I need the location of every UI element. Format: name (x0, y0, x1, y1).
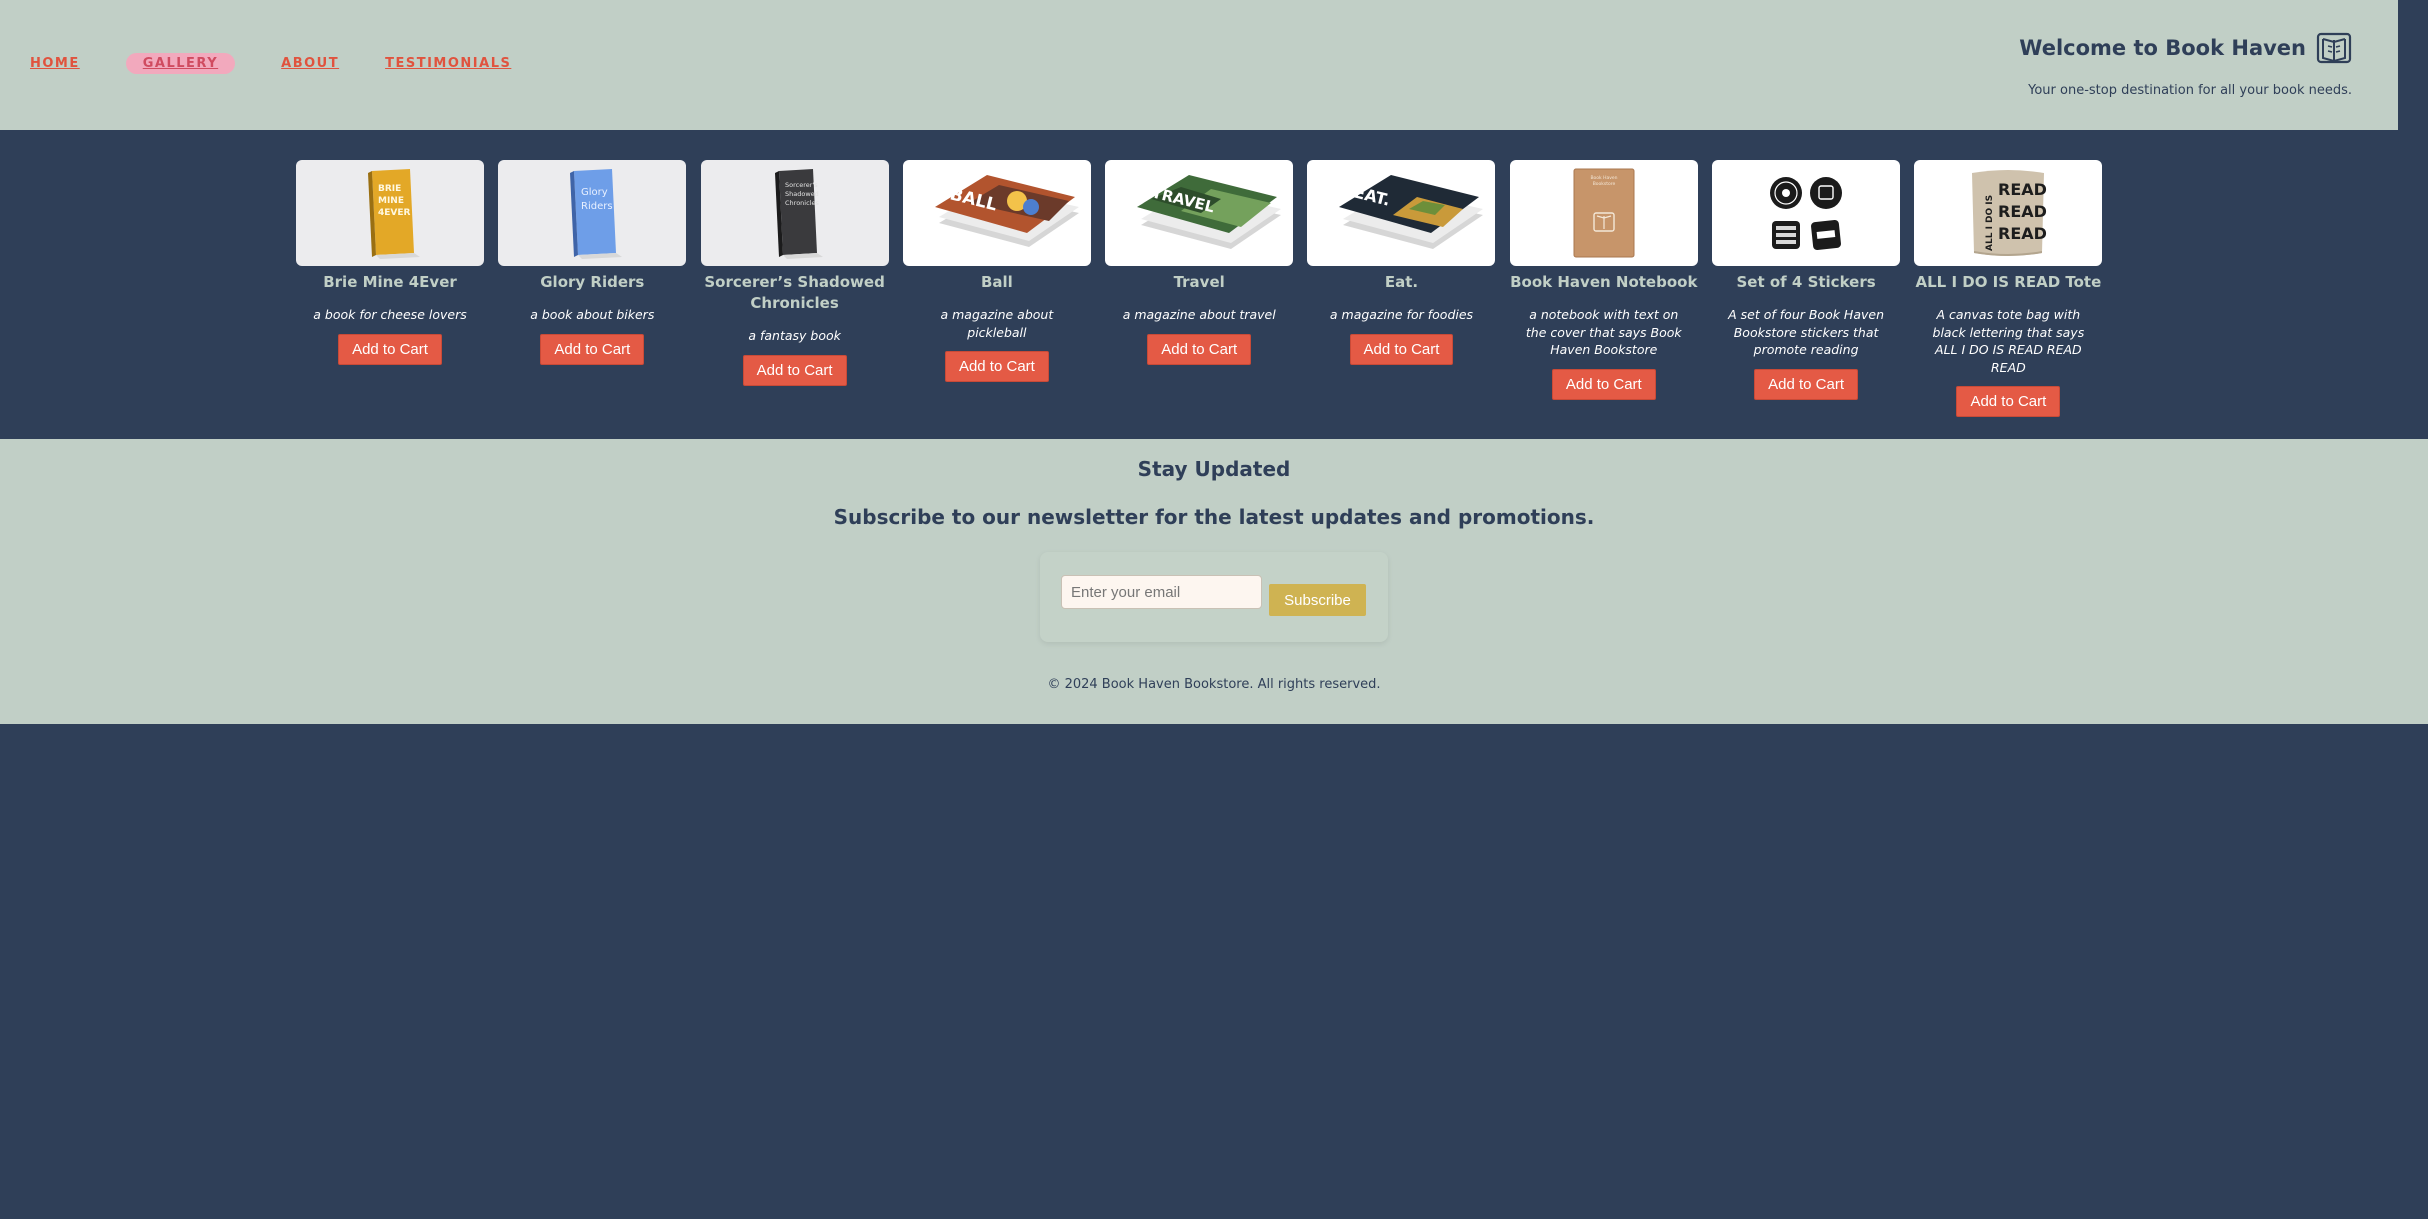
product-title: Sorcerer’s Shadowed Chronicles (704, 273, 885, 312)
product-gallery: BRIE MINE 4EVER Brie Mine 4Ever a book f… (296, 160, 2117, 417)
product-card: READ READ READ ALL I DO IS ALL I DO IS R… (1914, 160, 2103, 417)
add-to-cart-button[interactable]: Add to Cart (540, 333, 645, 365)
blue-book-cover: Glory Riders (570, 169, 623, 259)
add-to-cart-button[interactable]: Add to Cart (338, 333, 442, 365)
travel-magazine-stack: TRAVEL (1137, 175, 1282, 249)
add-to-cart-button[interactable]: Add to Cart (1551, 368, 1656, 400)
product-description: a magazine about travel (1122, 307, 1276, 322)
site-header: HOME GALLERY ABOUT TESTIMONIALS Welcome … (0, 0, 2398, 130)
product-image[interactable]: Sorcerer's Shadowed Chronicles (700, 160, 889, 266)
product-card: TRAVEL Travel a magazine about travel Ad… (1105, 160, 1294, 417)
product-description: A set of four Book Haven Bookstore stick… (1728, 307, 1884, 357)
product-card: Sorcerer's Shadowed Chronicles Sorcerer’… (700, 160, 889, 417)
product-description: a book for cheese lovers (313, 307, 467, 322)
svg-text:MINE: MINE (378, 196, 404, 206)
ball-magazine-stack: BALL (934, 175, 1079, 247)
product-description: a magazine for foodies (1329, 307, 1474, 322)
product-description: a fantasy book (748, 328, 841, 343)
svg-text:4EVER: 4EVER (378, 208, 411, 218)
product-title: Brie Mine 4Ever (323, 273, 457, 291)
product-image[interactable]: TRAVEL (1105, 160, 1294, 266)
product-card: BALL Ball a magazine about pickleball Ad… (902, 160, 1091, 417)
product-title: Ball (980, 273, 1013, 291)
product-image[interactable]: Book Haven Bookstore (1509, 160, 1698, 266)
product-title: Glory Riders (540, 273, 645, 291)
subscribe-button[interactable]: Subscribe (1269, 584, 1366, 616)
svg-text:ALL I DO IS: ALL I DO IS (1985, 195, 1995, 251)
newsletter-subheading: Subscribe to our newsletter for the late… (833, 505, 1595, 529)
yellow-book-cover: BRIE MINE 4EVER (368, 169, 420, 259)
svg-text:Book Haven: Book Haven (1590, 175, 1617, 181)
add-to-cart-button[interactable]: Add to Cart (1349, 333, 1454, 365)
svg-text:Chronicles: Chronicles (785, 199, 819, 207)
newsletter-form: Subscribe (1040, 552, 1388, 642)
svg-text:Sorcerer's: Sorcerer's (785, 181, 818, 189)
kraft-notebook: Book Haven Bookstore (1573, 168, 1635, 258)
nav-home-link[interactable]: HOME (30, 56, 80, 71)
sticker-set (1770, 177, 1843, 250)
product-image[interactable]: Glory Riders (498, 160, 687, 266)
nav-testimonials-link[interactable]: TESTIMONIALS (385, 56, 511, 71)
svg-text:READ: READ (1998, 180, 2047, 199)
nav-gallery-link[interactable]: GALLERY (125, 53, 236, 74)
site-title: Welcome to Book Haven (2019, 36, 2306, 60)
eat-magazine-stack: EAT. (1339, 175, 1484, 249)
open-book-logo-icon (2316, 32, 2352, 64)
svg-text:Bookstore: Bookstore (1592, 181, 1615, 187)
add-to-cart-button[interactable]: Add to Cart (944, 351, 1049, 382)
product-description: a magazine about pickleball (940, 307, 1054, 340)
svg-text:BRIE: BRIE (378, 184, 401, 194)
product-description: a book about bikers (530, 307, 655, 322)
product-description: a notebook with text on the cover that s… (1525, 307, 1682, 357)
product-card: Book Haven Bookstore Book Haven Notebook… (1509, 160, 1698, 417)
add-to-cart-button[interactable]: Add to Cart (1956, 386, 2061, 417)
add-to-cart-button[interactable]: Add to Cart (742, 354, 847, 386)
svg-text:Riders: Riders (581, 201, 613, 212)
product-description: A canvas tote bag with black lettering t… (1932, 307, 2085, 375)
product-image[interactable] (1712, 160, 1901, 266)
product-card: Glory Riders Glory Riders a book about b… (498, 160, 687, 417)
product-image[interactable]: EAT. (1307, 160, 1496, 266)
email-input[interactable] (1061, 575, 1262, 609)
product-title: ALL I DO IS READ Tote (1915, 273, 2102, 291)
product-title: Eat. (1384, 273, 1419, 291)
product-card: EAT. Eat. a magazine for foodies Add to … (1307, 160, 1496, 417)
tagline: Your one-stop destination for all your b… (2028, 83, 2352, 98)
product-card: Set of 4 Stickers A set of four Book Hav… (1712, 160, 1901, 417)
svg-text:Glory: Glory (581, 187, 608, 198)
product-title: Set of 4 Stickers (1736, 273, 1876, 291)
product-title: Book Haven Notebook (1510, 273, 1698, 291)
product-image[interactable]: BALL (902, 160, 1091, 266)
add-to-cart-button[interactable]: Add to Cart (1147, 333, 1252, 365)
add-to-cart-button[interactable]: Add to Cart (1754, 368, 1859, 400)
canvas-tote: READ READ READ ALL I DO IS (1972, 170, 2047, 256)
svg-text:READ: READ (1998, 202, 2047, 221)
newsletter-section: Stay Updated Subscribe to our newsletter… (0, 439, 2428, 724)
product-card: BRIE MINE 4EVER Brie Mine 4Ever a book f… (296, 160, 484, 417)
copyright-text: © 2024 Book Haven Bookstore. All rights … (1047, 677, 1381, 692)
svg-text:Shadowed: Shadowed (785, 190, 819, 198)
nav-about-link[interactable]: ABOUT (281, 56, 339, 71)
brand: Welcome to Book Haven (2019, 30, 2352, 66)
newsletter-heading: Stay Updated (1137, 457, 1291, 481)
main-nav: HOME GALLERY ABOUT TESTIMONIALS (30, 53, 557, 74)
product-image[interactable]: BRIE MINE 4EVER (296, 160, 484, 266)
dark-book-cover: Sorcerer's Shadowed Chronicles (774, 169, 823, 259)
svg-text:READ: READ (1998, 224, 2047, 243)
product-title: Travel (1173, 273, 1225, 291)
product-image[interactable]: READ READ READ ALL I DO IS (1914, 160, 2103, 266)
